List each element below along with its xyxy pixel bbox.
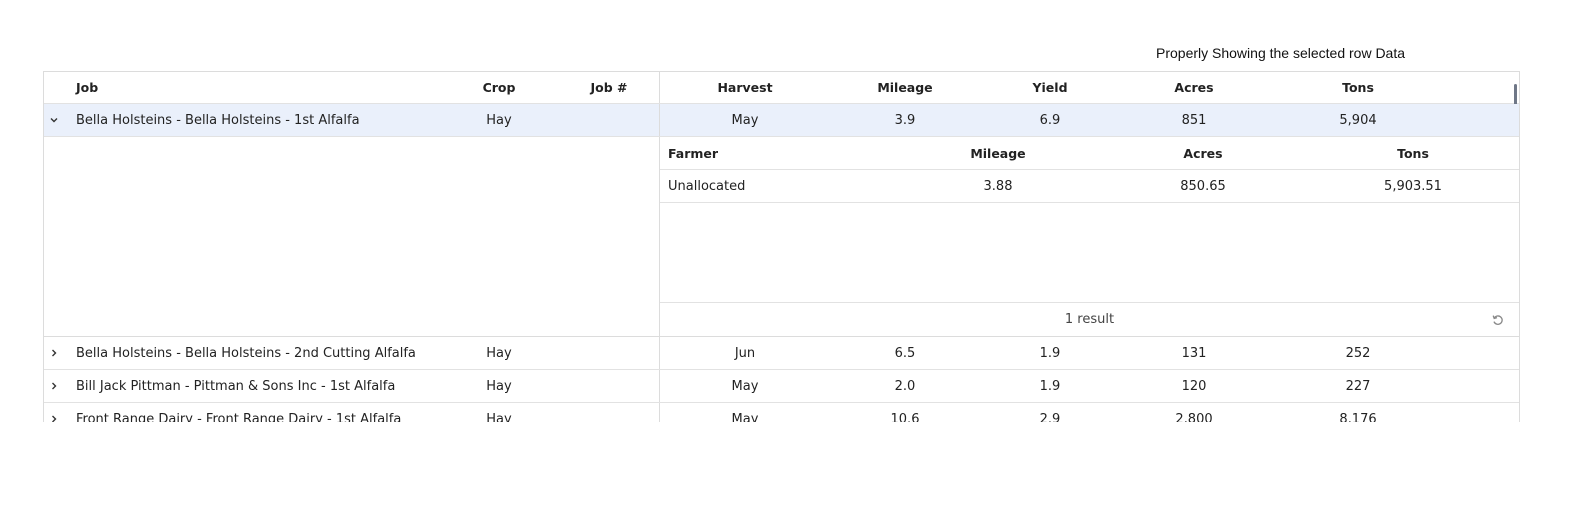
annotation-text: Properly Showing the selected row Data xyxy=(1156,45,1406,61)
cell-acres: 131 xyxy=(1181,345,1207,361)
chevron-right-icon[interactable] xyxy=(48,370,60,402)
cell-crop: Hay xyxy=(486,378,512,394)
cell-job-number xyxy=(559,370,659,402)
cell-tons: 5,904 xyxy=(1339,112,1377,128)
header-mileage[interactable]: Mileage xyxy=(830,72,980,103)
cell-job: Front Range Dairy - Front Range Dairy - … xyxy=(76,411,402,423)
cell-mileage: 3.9 xyxy=(894,112,916,128)
detail-row[interactable]: Unallocated 3.88 850.65 5,903.51 xyxy=(660,170,1519,203)
jobs-grid: Job Crop Job # Harvest Mileage Yield Acr… xyxy=(43,71,1520,422)
chevron-right-icon[interactable] xyxy=(48,337,60,369)
cell-mileage: 2.0 xyxy=(894,378,916,394)
grid-header: Job Crop Job # Harvest Mileage Yield Acr… xyxy=(44,72,1519,132)
cell-yield: 6.9 xyxy=(1039,112,1061,128)
header-job-number[interactable]: Job # xyxy=(559,72,659,103)
cell-acres: 120 xyxy=(1181,378,1207,394)
table-row[interactable]: Bella Holsteins - Bella Holsteins - 1st … xyxy=(44,104,1519,137)
table-row[interactable]: Bella Holsteins - Bella Holsteins - 2nd … xyxy=(44,337,1519,370)
detail-cell-acres: 850.65 xyxy=(1180,178,1226,194)
cell-crop: Hay xyxy=(486,112,512,128)
cell-yield: 1.9 xyxy=(1039,378,1061,394)
cell-crop: Hay xyxy=(486,345,512,361)
cell-tons: 252 xyxy=(1345,345,1371,361)
detail-header-mileage[interactable]: Mileage xyxy=(898,137,1098,169)
cell-job-number xyxy=(559,104,659,136)
cell-job: Bill Jack Pittman - Pittman & Sons Inc -… xyxy=(76,378,396,394)
header-yield[interactable]: Yield xyxy=(980,72,1120,103)
cell-tons: 227 xyxy=(1345,378,1371,394)
cell-mileage: 6.5 xyxy=(894,345,916,361)
detail-grid: Farmer Mileage Acres Tons Unallocated 3.… xyxy=(660,137,1519,336)
chevron-right-icon[interactable] xyxy=(48,403,60,422)
header-acres[interactable]: Acres xyxy=(1120,72,1268,103)
table-row[interactable]: Bill Jack Pittman - Pittman & Sons Inc -… xyxy=(44,370,1519,403)
cell-acres: 2,800 xyxy=(1175,411,1213,423)
detail-panel: Farmer Mileage Acres Tons Unallocated 3.… xyxy=(44,137,1519,337)
detail-footer: 1 result xyxy=(660,302,1519,336)
header-harvest[interactable]: Harvest xyxy=(660,72,830,103)
header-tons[interactable]: Tons xyxy=(1268,72,1448,103)
detail-header-acres[interactable]: Acres xyxy=(1103,137,1303,169)
header-job[interactable]: Job xyxy=(76,72,98,103)
detail-cell-farmer: Unallocated xyxy=(668,178,746,194)
cell-harvest: Jun xyxy=(734,345,756,361)
table-row[interactable]: Front Range Dairy - Front Range Dairy - … xyxy=(44,403,1519,422)
detail-cell-tons: 5,903.51 xyxy=(1384,178,1442,194)
cell-harvest: May xyxy=(731,112,759,128)
cell-job-number xyxy=(559,403,659,422)
cell-yield: 1.9 xyxy=(1039,345,1061,361)
cell-job-number xyxy=(559,337,659,369)
cell-harvest: May xyxy=(731,378,759,394)
cell-harvest: May xyxy=(731,411,759,423)
cell-crop: Hay xyxy=(486,411,512,423)
cell-job: Bella Holsteins - Bella Holsteins - 1st … xyxy=(76,112,360,128)
result-count: 1 result xyxy=(1064,312,1115,327)
cell-job: Bella Holsteins - Bella Holsteins - 2nd … xyxy=(76,345,416,361)
cell-tons: 8,176 xyxy=(1339,411,1377,423)
detail-spacer xyxy=(44,137,660,336)
cell-acres: 851 xyxy=(1181,112,1207,128)
refresh-icon[interactable] xyxy=(1491,313,1505,327)
cell-mileage: 10.6 xyxy=(890,411,920,423)
chevron-down-icon[interactable] xyxy=(48,104,60,136)
detail-header-tons[interactable]: Tons xyxy=(1313,137,1513,169)
detail-cell-mileage: 3.88 xyxy=(983,178,1013,194)
detail-header: Farmer Mileage Acres Tons xyxy=(660,137,1519,170)
detail-header-farmer[interactable]: Farmer xyxy=(668,137,718,169)
header-crop[interactable]: Crop xyxy=(449,72,549,103)
cell-yield: 2.9 xyxy=(1039,411,1061,423)
